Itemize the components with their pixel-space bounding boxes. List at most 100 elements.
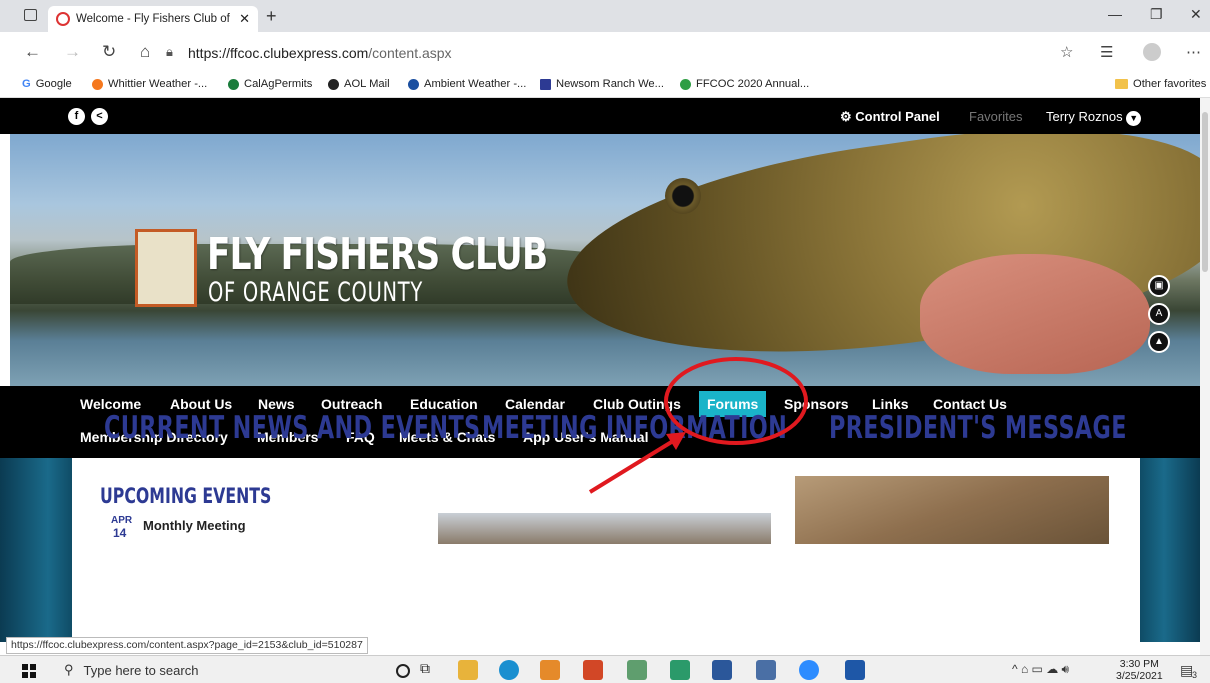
event-title-link[interactable]: Monthly Meeting bbox=[143, 518, 246, 533]
user-menu[interactable]: Terry Roznos ▼ bbox=[1046, 109, 1142, 126]
zoom-icon[interactable] bbox=[799, 660, 819, 680]
address-bar-row: ← → ↻ ⌂ 🔒︎ https://ffcoc.clubexpress.com… bbox=[0, 32, 1210, 72]
other-favorites[interactable]: Other favorites bbox=[1115, 78, 1206, 90]
share-icon[interactable]: < bbox=[91, 108, 108, 125]
heading-upcoming-events: UPCOMING EVENTS bbox=[100, 484, 272, 508]
newsom-icon bbox=[540, 78, 551, 90]
event-month: APR bbox=[111, 515, 133, 526]
search-placeholder: Type here to search bbox=[83, 662, 199, 678]
heading-current-news: CURRENT NEWS AND EVENTS bbox=[104, 410, 481, 446]
powerpoint-icon[interactable] bbox=[583, 660, 603, 680]
favorite-google[interactable]: G Google bbox=[22, 78, 72, 90]
favorites-bar: G Google Whittier Weather -... CalAgPerm… bbox=[0, 72, 1210, 98]
trout-eye bbox=[665, 178, 701, 214]
favorite-ambient-weather[interactable]: Ambient Weather -... bbox=[408, 78, 526, 90]
profile-avatar[interactable] bbox=[1143, 43, 1161, 61]
excel-icon[interactable] bbox=[627, 660, 647, 680]
windows-start-icon[interactable] bbox=[22, 664, 36, 678]
other-favorites-label: Other favorites bbox=[1133, 78, 1207, 90]
browser-tab-strip: Welcome - Fly Fishers Club of Or ✕ + — ❐… bbox=[0, 0, 1210, 32]
url-host: https://ffcoc.clubexpress.com bbox=[188, 45, 369, 61]
edge-icon[interactable] bbox=[499, 660, 519, 680]
print-icon[interactable]: ▣ bbox=[1148, 275, 1170, 297]
status-url-tooltip: https://ffcoc.clubexpress.com/content.as… bbox=[6, 637, 368, 654]
tab-actions-icon[interactable] bbox=[24, 9, 37, 21]
weather-icon bbox=[92, 78, 103, 90]
favorite-label: Ambient Weather -... bbox=[424, 78, 527, 90]
search-icon: ⚲ bbox=[64, 662, 74, 677]
favorite-label: AOL Mail bbox=[344, 78, 390, 90]
save-app-icon[interactable] bbox=[845, 660, 865, 680]
aol-icon bbox=[328, 78, 339, 90]
site-favicon-icon bbox=[56, 12, 70, 26]
chevron-down-icon: ▼ bbox=[1126, 111, 1142, 126]
favorite-label: Google bbox=[35, 78, 72, 90]
favorite-whittier-weather[interactable]: Whittier Weather -... bbox=[92, 78, 207, 90]
close-window-icon[interactable]: ✕ bbox=[1190, 6, 1202, 23]
page-tools: ▣ A ▲ bbox=[1145, 269, 1173, 384]
calag-icon bbox=[228, 78, 239, 90]
url-field[interactable]: https://ffcoc.clubexpress.com/content.as… bbox=[188, 45, 452, 61]
meeting-photo bbox=[438, 513, 771, 544]
outlook-icon[interactable] bbox=[540, 660, 560, 680]
back-icon[interactable]: ← bbox=[24, 42, 41, 62]
event-day: 14 bbox=[113, 526, 127, 540]
favorite-label: Whittier Weather -... bbox=[108, 78, 208, 90]
favorite-label: Newsom Ranch We... bbox=[556, 78, 664, 90]
logo-subtitle[interactable]: OF ORANGE COUNTY bbox=[208, 277, 423, 308]
tab-title: Welcome - Fly Fishers Club of Or bbox=[76, 13, 234, 25]
url-path: /content.aspx bbox=[368, 45, 452, 61]
calculator-icon[interactable] bbox=[756, 660, 776, 680]
lock-icon[interactable]: 🔒︎ bbox=[166, 44, 173, 60]
close-tab-icon[interactable]: ✕ bbox=[239, 11, 250, 27]
user-name: Terry Roznos bbox=[1046, 109, 1123, 124]
taskbar-search[interactable]: ⚲ Type here to search bbox=[56, 658, 356, 682]
favorite-label: FFCOC 2020 Annual... bbox=[696, 78, 810, 90]
google-icon: G bbox=[22, 78, 31, 90]
scroll-top-icon[interactable]: ▲ bbox=[1148, 331, 1170, 353]
taskbar-clock[interactable]: 3:30 PM 3/25/2021 bbox=[1116, 658, 1163, 682]
club-logo-icon[interactable] bbox=[135, 229, 197, 307]
more-icon[interactable]: ⋯ bbox=[1186, 43, 1201, 61]
windows-taskbar: ⚲ Type here to search ⧉ ^ ⌂ ▭ ☁ 🔊︎ 3:30 … bbox=[0, 655, 1210, 683]
browser-tab[interactable]: Welcome - Fly Fishers Club of Or ✕ bbox=[48, 6, 258, 32]
clock-date: 3/25/2021 bbox=[1116, 670, 1163, 682]
folder-icon bbox=[1115, 79, 1128, 89]
favorite-label: CalAgPermits bbox=[244, 78, 313, 90]
facebook-icon[interactable]: f bbox=[68, 108, 85, 125]
favorite-newsom-ranch[interactable]: Newsom Ranch We... bbox=[540, 78, 664, 90]
forward-icon[interactable]: → bbox=[64, 42, 81, 62]
hand-image bbox=[920, 254, 1150, 374]
favorite-aol-mail[interactable]: AOL Mail bbox=[328, 78, 390, 90]
file-explorer-icon[interactable] bbox=[458, 660, 478, 680]
refresh-icon[interactable]: ↻ bbox=[102, 42, 116, 62]
publisher-icon[interactable] bbox=[670, 660, 690, 680]
task-view-icon[interactable]: ⧉ bbox=[420, 660, 440, 680]
home-icon[interactable]: ⌂ bbox=[140, 42, 150, 62]
new-tab-button[interactable]: + bbox=[266, 6, 277, 27]
heading-meeting-information: MEETING INFORMATION bbox=[482, 410, 788, 446]
font-size-icon[interactable]: A bbox=[1148, 303, 1170, 325]
logo-title[interactable]: FLY FISHERS CLUB bbox=[207, 229, 548, 280]
ffcoc-icon bbox=[680, 78, 691, 90]
ambient-icon bbox=[408, 78, 419, 90]
favorites-icon[interactable]: ☰ bbox=[1100, 43, 1113, 61]
scrollbar-thumb[interactable] bbox=[1202, 112, 1208, 272]
word-icon[interactable] bbox=[712, 660, 732, 680]
clock-time: 3:30 PM bbox=[1119, 658, 1159, 670]
favorite-ffcoc-annual[interactable]: FFCOC 2020 Annual... bbox=[680, 78, 809, 90]
president-photo bbox=[795, 476, 1109, 544]
favorites-link[interactable]: Favorites bbox=[969, 109, 1022, 124]
restore-icon[interactable]: ❐ bbox=[1150, 6, 1163, 23]
favorite-calagpermits[interactable]: CalAgPermits bbox=[228, 78, 312, 90]
hero-banner: FLY FISHERS CLUB OF ORANGE COUNTY ▣ A ▲ bbox=[10, 134, 1200, 386]
control-panel-link[interactable]: ⚙ Control Panel bbox=[840, 109, 940, 125]
heading-presidents-message: PRESIDENT'S MESSAGE bbox=[829, 410, 1127, 446]
notification-count: 3 bbox=[1192, 670, 1198, 680]
minimize-icon[interactable]: — bbox=[1108, 6, 1122, 22]
page-viewport: f < ⚙ Control Panel Favorites Terry Rozn… bbox=[0, 98, 1200, 642]
add-favorite-icon[interactable]: ☆ bbox=[1060, 43, 1073, 61]
utility-bar: f < ⚙ Control Panel Favorites Terry Rozn… bbox=[0, 98, 1200, 134]
tray-icons[interactable]: ^ ⌂ ▭ ☁ 🔊︎ bbox=[1012, 662, 1069, 677]
cortana-icon[interactable] bbox=[396, 664, 410, 678]
